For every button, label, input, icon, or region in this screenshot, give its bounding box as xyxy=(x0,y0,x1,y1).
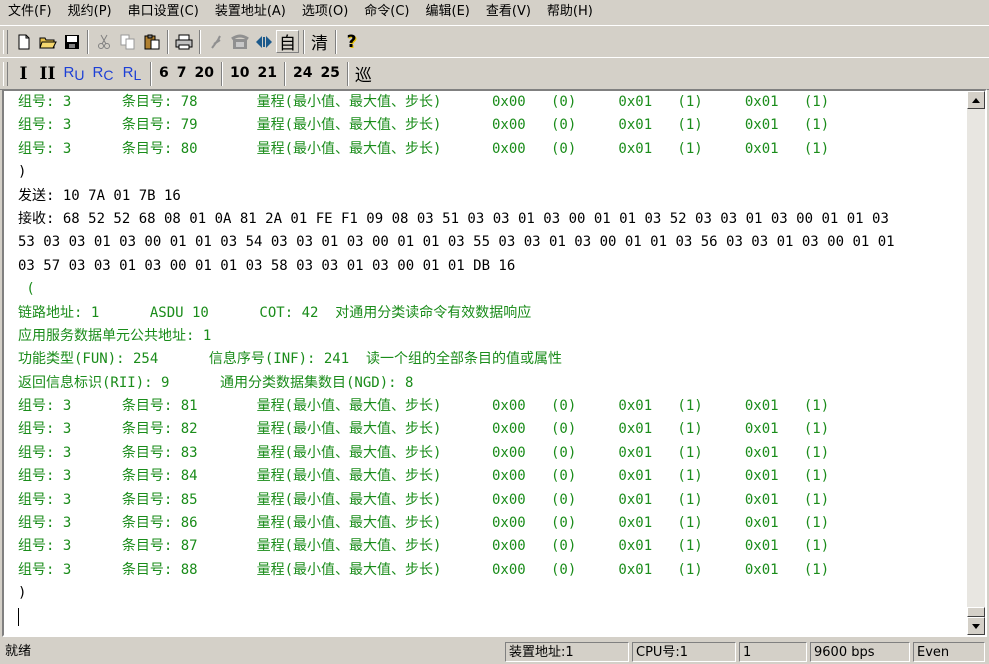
log-line: 返回信息标识(RII): 9 通用分类数据集数目(NGD): 8 xyxy=(18,374,414,391)
log-line: ) xyxy=(18,164,27,181)
paste-icon xyxy=(144,34,159,49)
status-ready: 就绪 xyxy=(5,644,32,659)
toolbar-separator xyxy=(199,29,201,54)
status-cpu: CPU号:1 xyxy=(632,642,736,662)
ru-button[interactable]: RU xyxy=(60,62,88,85)
status-parity: Even xyxy=(913,642,985,662)
menu-view[interactable]: 查看(V) xyxy=(478,0,539,24)
toolbar-grip[interactable] xyxy=(3,61,8,86)
help-button[interactable]: ? xyxy=(340,30,363,53)
toolbar-separator xyxy=(335,29,337,54)
cmd-25-button[interactable]: 25 xyxy=(316,62,343,85)
status-value: 1 xyxy=(739,642,807,662)
scrollbar-thumb[interactable] xyxy=(967,607,985,617)
menu-bar: 文件(F) 规约(P) 串口设置(C) 装置地址(A) 选项(O) 命令(C) … xyxy=(0,0,989,24)
class2-button[interactable]: II xyxy=(36,62,59,85)
cmd-24-button[interactable]: 24 xyxy=(289,62,316,85)
log-line: 功能类型(FUN): 254 信息序号(INF): 241 读一个组的全部条目的… xyxy=(18,351,563,368)
log-text-area[interactable]: 组号: 3 条目号: 78 量程(最小值、最大值、步长) 0x00 (0) 0x… xyxy=(4,91,967,635)
log-line: 组号: 3 条目号: 79 量程(最小值、最大值、步长) 0x00 (0) 0x… xyxy=(18,117,830,134)
new-file-button[interactable] xyxy=(12,30,35,53)
arrow-up-icon xyxy=(972,97,980,103)
connect-button[interactable] xyxy=(252,30,275,53)
log-line: 组号: 3 条目号: 82 量程(最小值、最大值、步长) 0x00 (0) 0x… xyxy=(18,421,830,438)
log-line: 组号: 3 条目号: 81 量程(最小值、最大值、步长) 0x00 (0) 0x… xyxy=(18,398,830,415)
menu-edit[interactable]: 编辑(E) xyxy=(418,0,478,24)
scroll-down-button[interactable] xyxy=(967,617,985,635)
rc-button[interactable]: RC xyxy=(89,62,117,85)
help-icon: ? xyxy=(346,31,357,52)
print-icon xyxy=(175,34,192,49)
save-icon xyxy=(64,34,79,49)
log-line: ( xyxy=(18,281,35,298)
log-line: ) xyxy=(18,585,27,602)
save-button[interactable] xyxy=(60,30,83,53)
menu-help[interactable]: 帮助(H) xyxy=(539,0,601,24)
phone-icon xyxy=(230,34,249,49)
scroll-up-button[interactable] xyxy=(967,91,985,109)
log-line: 53 03 03 01 03 00 01 01 03 54 03 03 01 0… xyxy=(18,234,895,251)
cut-button[interactable] xyxy=(92,30,115,53)
menu-file[interactable]: 文件(F) xyxy=(0,0,60,24)
paste-button[interactable] xyxy=(140,30,163,53)
log-line: 03 57 03 03 01 03 00 01 01 03 58 03 03 0… xyxy=(18,257,516,274)
open-button[interactable] xyxy=(36,30,59,53)
log-line: 接收: 68 52 52 68 08 01 0A 81 2A 01 FE F1 … xyxy=(18,210,889,227)
cmd-10-button[interactable]: 10 xyxy=(226,62,253,85)
vertical-scrollbar[interactable] xyxy=(967,91,985,635)
copy-icon xyxy=(120,34,134,49)
log-cursor-line xyxy=(18,606,967,629)
log-panel: 组号: 3 条目号: 78 量程(最小值、最大值、步长) 0x00 (0) 0x… xyxy=(2,89,987,637)
toolbar-separator xyxy=(220,61,223,86)
log-line: 组号: 3 条目号: 80 量程(最小值、最大值、步长) 0x00 (0) 0x… xyxy=(18,140,830,157)
main-toolbar: 自 清 ? xyxy=(0,25,989,58)
toolbar-separator xyxy=(167,29,169,54)
log-line: 组号: 3 条目号: 85 量程(最小值、最大值、步长) 0x00 (0) 0x… xyxy=(18,491,830,508)
dial-button[interactable] xyxy=(228,30,251,53)
menu-device-address[interactable]: 装置地址(A) xyxy=(207,0,294,24)
copy-button[interactable] xyxy=(116,30,139,53)
auto-button[interactable]: 自 xyxy=(276,30,299,54)
print-button[interactable] xyxy=(172,30,195,53)
log-line: 发送: 10 7A 01 7B 16 xyxy=(18,187,181,204)
clear-button[interactable]: 清 xyxy=(308,30,331,54)
toolbar-separator xyxy=(150,61,152,86)
menu-options[interactable]: 选项(O) xyxy=(294,0,356,24)
disconnect-icon xyxy=(210,35,221,49)
disconnect-button[interactable] xyxy=(204,30,227,53)
menu-protocol[interactable]: 规约(P) xyxy=(60,0,120,24)
toolbar-separator xyxy=(87,29,89,54)
command-toolbar: I II RU RC RL 6 7 20 10 21 24 25 巡 xyxy=(0,57,989,90)
log-line: 组号: 3 条目号: 83 量程(最小值、最大值、步长) 0x00 (0) 0x… xyxy=(18,444,830,461)
log-line: 组号: 3 条目号: 84 量程(最小值、最大值、步长) 0x00 (0) 0x… xyxy=(18,468,830,485)
menu-command[interactable]: 命令(C) xyxy=(356,0,417,24)
patrol-button[interactable]: 巡 xyxy=(352,62,375,86)
status-bar: 就绪 装置地址:1 CPU号:1 1 9600 bps Even xyxy=(0,640,989,664)
menu-serial-settings[interactable]: 串口设置(C) xyxy=(120,0,207,24)
status-device-address: 装置地址:1 xyxy=(505,642,629,662)
cmd-20-button[interactable]: 20 xyxy=(191,62,218,85)
log-line: 组号: 3 条目号: 88 量程(最小值、最大值、步长) 0x00 (0) 0x… xyxy=(18,561,830,578)
toolbar-separator xyxy=(283,61,286,86)
log-line: 组号: 3 条目号: 87 量程(最小值、最大值、步长) 0x00 (0) 0x… xyxy=(18,538,830,555)
log-line: 组号: 3 条目号: 78 量程(最小值、最大值、步长) 0x00 (0) 0x… xyxy=(18,94,830,110)
status-baud-rate: 9600 bps xyxy=(810,642,910,662)
log-line: 应用服务数据单元公共地址: 1 xyxy=(18,327,212,344)
log-line: 组号: 3 条目号: 86 量程(最小值、最大值、步长) 0x00 (0) 0x… xyxy=(18,515,830,532)
text-cursor xyxy=(18,607,19,626)
cmd-21-button[interactable]: 21 xyxy=(253,62,280,85)
cmd-7-button[interactable]: 7 xyxy=(173,62,191,85)
cut-icon xyxy=(97,34,110,49)
log-line: 链路地址: 1 ASDU 10 COT: 42 对通用分类读命令有效数据响应 xyxy=(18,304,532,321)
toolbar-separator xyxy=(346,61,349,86)
open-folder-icon xyxy=(38,37,57,48)
toolbar-separator xyxy=(303,29,305,54)
new-file-icon xyxy=(18,34,29,49)
arrow-down-icon xyxy=(972,623,980,629)
class1-button[interactable]: I xyxy=(12,62,35,85)
cmd-6-button[interactable]: 6 xyxy=(155,62,173,85)
toolbar-grip[interactable] xyxy=(3,29,8,54)
connect-icon xyxy=(255,35,272,48)
rl-button[interactable]: RL xyxy=(118,62,146,85)
